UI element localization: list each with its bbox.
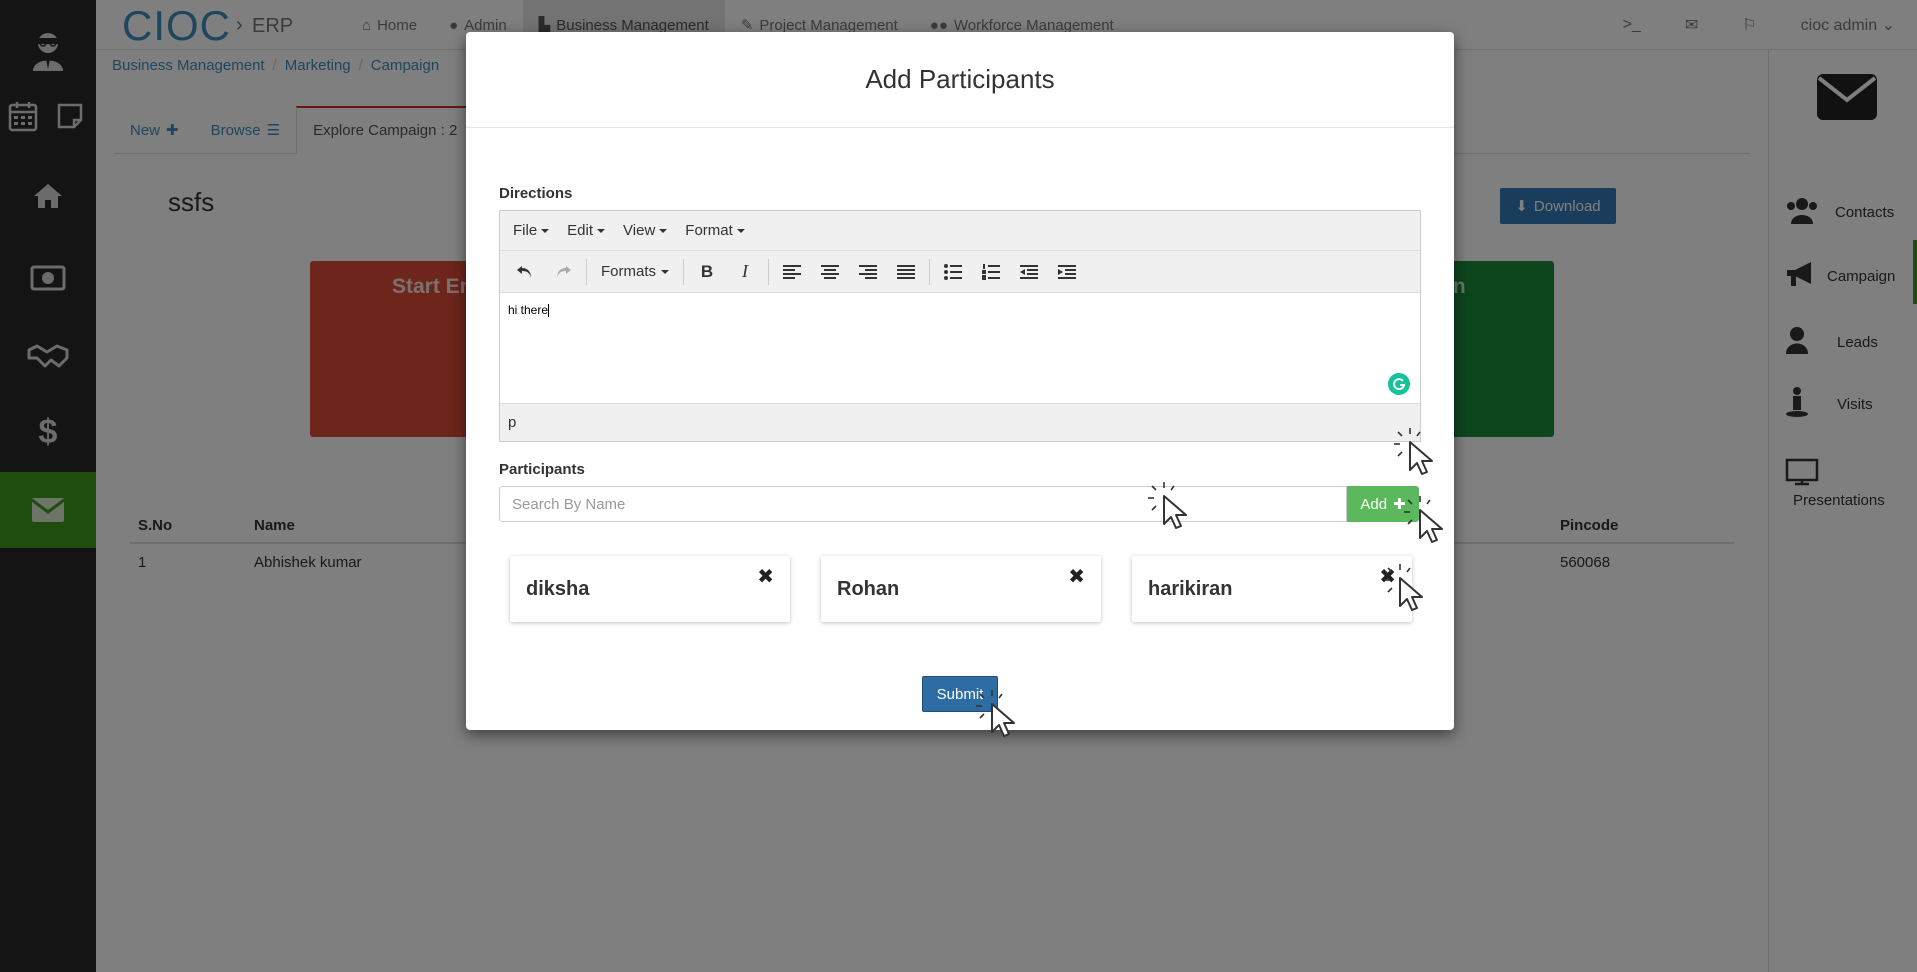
caret-down-icon — [597, 228, 606, 233]
bold-icon[interactable]: B — [688, 257, 726, 287]
editor-toolbar: Formats B I — [500, 251, 1420, 293]
rich-text-editor: File Edit View Format Formats B I hi the — [499, 210, 1421, 442]
add-participants-modal: Add Participants Directions File Edit Vi… — [466, 32, 1454, 730]
editor-menubar: File Edit View Format — [500, 211, 1420, 251]
menu-view[interactable]: View — [614, 222, 676, 239]
bullet-list-icon[interactable] — [934, 257, 972, 287]
participant-name: diksha — [526, 578, 590, 600]
text-cursor — [548, 304, 550, 318]
redo-icon — [557, 265, 571, 278]
add-button[interactable]: Add ✚ — [1347, 486, 1419, 522]
editor-text: hi there — [508, 303, 549, 317]
toolbar-divider — [929, 258, 931, 285]
menu-edit[interactable]: Edit — [558, 222, 614, 239]
align-justify-icon[interactable] — [887, 257, 925, 287]
remove-icon[interactable]: ✖ — [1379, 564, 1396, 589]
remove-icon[interactable]: ✖ — [757, 564, 774, 589]
participant-card: Rohan ✖ — [821, 556, 1101, 622]
participant-card: harikiran ✖ — [1132, 556, 1412, 622]
caret-down-icon — [541, 228, 550, 233]
plus-icon: ✚ — [1393, 496, 1406, 513]
undo-button[interactable] — [506, 257, 544, 287]
editor-statusbar: p — [500, 403, 1420, 441]
caret-down-icon — [659, 228, 668, 233]
caret-down-icon — [736, 228, 745, 233]
element-path: p — [508, 414, 517, 431]
participant-name: harikiran — [1148, 578, 1233, 600]
align-center-icon[interactable] — [811, 257, 849, 287]
participants-label: Participants — [499, 461, 585, 478]
modal-title: Add Participants — [466, 32, 1454, 128]
toolbar-divider — [586, 258, 587, 285]
submit-button[interactable]: Submit — [922, 676, 998, 712]
menu-format[interactable]: Format — [676, 222, 754, 239]
numbered-list-icon[interactable] — [972, 257, 1010, 287]
italic-icon[interactable]: I — [726, 257, 764, 287]
undo-icon — [517, 265, 531, 278]
redo-button[interactable] — [544, 257, 582, 287]
search-input[interactable] — [499, 486, 1347, 522]
menu-file[interactable]: File — [504, 222, 558, 239]
directions-label: Directions — [499, 185, 573, 202]
participant-name: Rohan — [837, 578, 900, 600]
remove-icon[interactable]: ✖ — [1068, 564, 1085, 589]
indent-icon[interactable] — [1048, 257, 1086, 287]
align-right-icon[interactable] — [849, 257, 887, 287]
caret-down-icon — [661, 269, 670, 274]
toolbar-divider — [768, 258, 770, 285]
toolbar-divider — [683, 258, 685, 285]
grammarly-icon[interactable] — [1388, 373, 1410, 395]
align-left-icon[interactable] — [773, 257, 811, 287]
participant-card: diksha ✖ — [510, 556, 790, 622]
editor-content[interactable]: hi there — [500, 293, 1420, 403]
formats-dropdown[interactable]: Formats — [591, 257, 679, 287]
outdent-icon[interactable] — [1010, 257, 1048, 287]
